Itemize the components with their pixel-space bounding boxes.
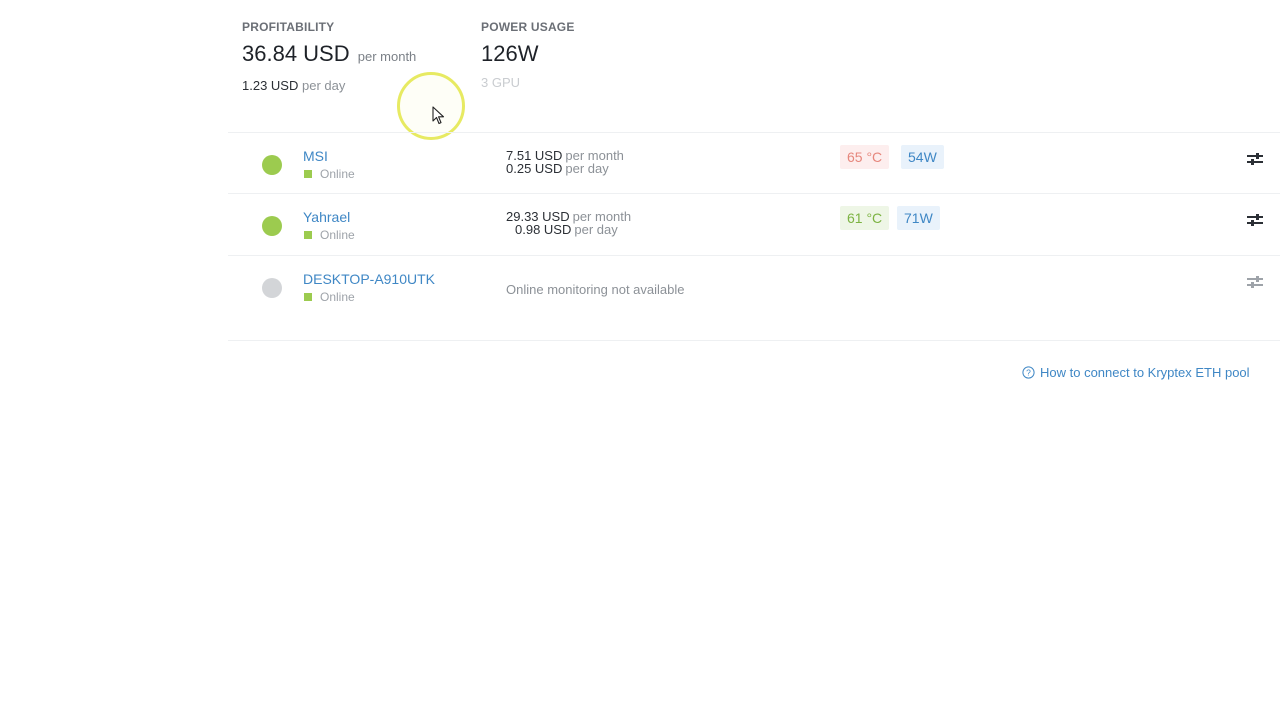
- rig-name-link[interactable]: MSI: [303, 148, 328, 164]
- connect-help-link[interactable]: ? How to connect to Kryptex ETH pool: [1022, 365, 1250, 380]
- rig-status: Online: [304, 228, 355, 242]
- gpu-count: 3 GPU: [481, 75, 521, 90]
- rig-row-yahrael[interactable]: Yahrael Online 29.33 USD per month 0.98 U…: [228, 204, 1280, 254]
- profitability-monthly-value: 36.84 USD: [242, 41, 350, 66]
- profitability-daily: 1.23 USD per day: [242, 78, 416, 93]
- rig-row-desktop[interactable]: DESKTOP-A910UTK Online Online monitoring…: [228, 266, 1280, 316]
- rig-daily-value: 0.25 USD: [506, 161, 563, 176]
- rig-status-label: Online: [320, 290, 355, 304]
- connect-help-label[interactable]: How to connect to Kryptex ETH pool: [1040, 365, 1250, 380]
- rig-name-link[interactable]: Yahrael: [303, 209, 350, 225]
- power-usage-summary: POWER USAGE 126W 3 GPU: [481, 20, 575, 90]
- profitability-monthly: 36.84 USD per month: [242, 41, 416, 70]
- rig-status: Online: [304, 167, 355, 181]
- list-divider: [228, 132, 1280, 133]
- list-divider: [228, 340, 1280, 341]
- rigs-dashboard: PROFITABILITY 36.84 USD per month 1.23 U…: [0, 0, 1280, 720]
- rig-settings-icon[interactable]: [1246, 152, 1264, 166]
- power-usage-label: POWER USAGE: [481, 20, 575, 34]
- rig-name-link[interactable]: DESKTOP-A910UTK: [303, 271, 435, 287]
- rig-daily-unit: per day: [565, 161, 609, 176]
- profitability-daily-unit: per day: [302, 78, 346, 93]
- rig-temperature-badge: 65 °C: [840, 145, 890, 169]
- rig-status-label: Online: [320, 228, 355, 242]
- rig-status-label: Online: [320, 167, 355, 181]
- rig-online-indicator: [262, 216, 282, 236]
- list-divider: [228, 255, 1280, 256]
- rig-settings-icon[interactable]: [1246, 275, 1264, 289]
- status-square-icon: [304, 231, 312, 239]
- rig-status: Online: [304, 290, 355, 304]
- status-square-icon: [304, 293, 312, 301]
- monitoring-unavailable-note: Online monitoring not available: [506, 282, 685, 297]
- svg-text:?: ?: [1026, 368, 1031, 378]
- rig-offline-indicator: [262, 278, 282, 298]
- list-divider: [228, 193, 1280, 194]
- mouse-pointer-icon: [432, 106, 445, 130]
- rig-daily-value: 0.98 USD: [515, 222, 572, 237]
- rig-earnings: 7.51 USD per month 0.25 USD per day: [506, 149, 624, 175]
- rig-online-indicator: [262, 155, 282, 175]
- rig-row-msi[interactable]: MSI Online 7.51 USD per month 0.25 USD per…: [228, 143, 1280, 193]
- profitability-daily-value: 1.23 USD: [242, 78, 299, 93]
- rig-daily-unit: per day: [574, 222, 618, 237]
- profitability-label: PROFITABILITY: [242, 20, 335, 34]
- status-square-icon: [304, 170, 312, 178]
- cursor-highlight: [397, 72, 465, 140]
- rig-earnings: 29.33 USD per month 0.98 USD per day: [506, 210, 631, 236]
- rig-temperature-badge: 61 °C: [840, 206, 890, 230]
- profitability-summary: PROFITABILITY 36.84 USD per month 1.23 U…: [242, 20, 416, 93]
- question-circle-icon: ?: [1022, 366, 1035, 379]
- profitability-monthly-unit: per month: [357, 49, 417, 64]
- rig-power-badge: 54W: [901, 145, 944, 169]
- rig-power-badge: 71W: [897, 206, 940, 230]
- power-usage-value: 126W: [481, 41, 539, 66]
- rig-settings-icon[interactable]: [1246, 213, 1264, 227]
